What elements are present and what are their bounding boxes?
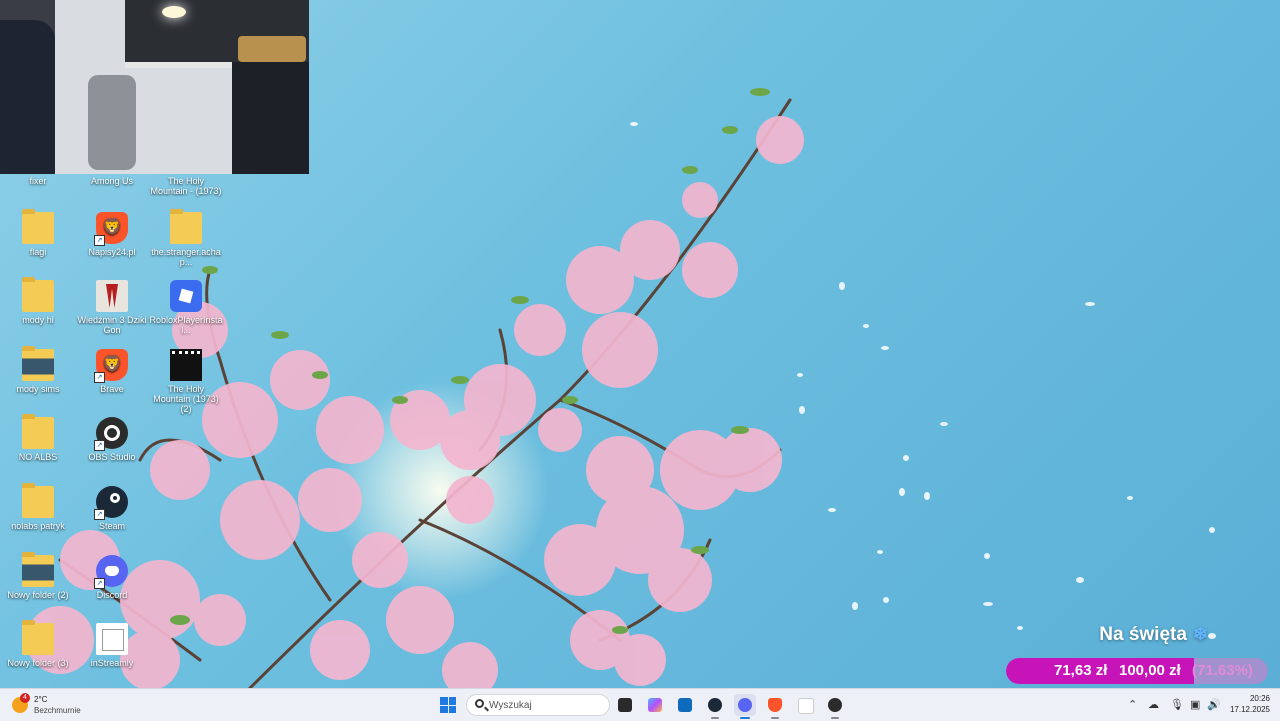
shortcut-arrow-icon: ↗ [94,509,105,520]
folder-icon [22,277,54,312]
discord-icon [738,698,752,712]
video-file-icon [170,349,202,381]
notification-badge: 4 [20,693,30,703]
snowflake-icon: ❄ [1192,624,1208,644]
desktop-icon-mody-hl[interactable]: mody hl [1,277,75,325]
witcher-icon [96,280,128,312]
folder-icon [22,414,54,449]
taskbar-steam[interactable] [704,694,726,719]
shortcut-arrow-icon: ↗ [94,372,105,383]
microphone-icon[interactable]: 🎙 [1170,698,1184,711]
desktop-icon-flagi[interactable]: flagi [1,209,75,257]
goal-progress-bar: 71,63 zł 100,00 zł (71.63%) [1006,658,1268,684]
folder-icon [22,483,54,518]
obs-icon: ↗ [94,417,128,451]
shortcut-arrow-icon: ↗ [94,235,105,246]
desktop-icon-brave[interactable]: ↗Brave [75,349,149,394]
taskbar-copilot[interactable] [644,694,666,716]
copilot-icon [648,698,662,712]
start-button[interactable] [440,697,456,713]
weather-description: Bezchmurnie [34,706,81,715]
goal-percent: (71.63%) [1192,662,1253,679]
taskbar-notepad[interactable] [794,694,816,716]
goal-target-amount: 100,00 zł [1119,662,1181,679]
desktop-icon-among-us[interactable]: Among Us [75,176,149,186]
taskbar-store[interactable] [674,694,696,716]
folder-icon [22,620,54,655]
desktop-icon-no-albs[interactable]: NO ALBS [1,414,75,462]
display-icon[interactable]: ▣ [1190,698,1200,711]
goal-title: Na święta ❄ [1099,624,1208,645]
taskbar-search-box[interactable]: Wyszukaj [466,694,610,716]
file-explorer-icon [618,698,632,712]
desktop-icon-roblox-installer[interactable]: RobloxPlayerInstal... [149,280,223,335]
clock-date: 17.12.2025 [1229,705,1270,714]
search-placeholder: Wyszukaj [489,700,532,711]
shortcut-arrow-icon: ↗ [94,578,105,589]
obs-icon [828,698,842,712]
taskbar-file-explorer[interactable] [614,694,636,716]
search-icon [475,699,484,708]
taskbar-obs[interactable] [824,694,846,719]
instreamly-icon [96,623,128,655]
roblox-icon [170,280,202,312]
desktop-icon-wiedzmin-3[interactable]: Wiedźmin 3 Dziki Gon [75,280,149,335]
desktop-icon-nowy-folder-3[interactable]: Nowy folder (3) [1,620,75,668]
taskbar-brave[interactable] [764,694,786,719]
desktop-icon-napisy24[interactable]: ↗Napisy24.pl [75,212,149,257]
taskbar: 4 2°C Bezchmurnie Wyszukaj ⌃ ☁ 🎙 ▣ 🔊 20:… [0,688,1280,721]
folder-icon [170,209,202,244]
shortcut-arrow-icon: ↗ [94,440,105,451]
donation-goal-widget: Na święta ❄ 71,63 zł 100,00 zł (71.63%) [1006,624,1268,684]
webcam-overlay [0,0,309,174]
desktop-icon-steam[interactable]: ↗ Steam [75,486,149,531]
desktop-icon-mody-sims[interactable]: mody sims [1,346,75,394]
folder-icon [22,552,54,587]
desktop-icon-holy-mountain[interactable]: The Holy Mountain - (1973) [149,176,223,196]
desktop-icon-instreamly[interactable]: inStreamly [75,623,149,668]
folder-icon [22,209,54,244]
network-status-icon[interactable]: ☁ [1148,698,1159,711]
goal-current-amount: 71,63 zł [1054,662,1108,679]
desktop-icon-nowy-folder-2[interactable]: Nowy folder (2) [1,552,75,600]
steam-icon: ↗ [94,486,128,520]
desktop-icon-nolabs-patryk[interactable]: nolabs patryk [1,483,75,531]
desktop-icon-discord[interactable]: ↗ Discord [75,555,149,600]
windows-logo-icon [440,697,448,705]
desktop-icon-obs-studio[interactable]: ↗ OBS Studio [75,417,149,462]
brave-icon [768,698,782,712]
weather-temperature: 2°C [34,695,48,704]
desktop-icon-fixer[interactable]: fixer [1,176,75,186]
volume-icon[interactable]: 🔊 [1207,698,1221,711]
store-icon [678,698,692,712]
discord-icon: ↗ [94,555,128,589]
brave-icon: ↗ [94,212,128,246]
desktop-icon-the-stranger[interactable]: the.stranger.achap... [149,209,223,267]
taskbar-clock[interactable]: 20:26 17.12.2025 [1222,693,1270,715]
notepad-icon [798,698,814,714]
show-hidden-icons-chevron-icon[interactable]: ⌃ [1128,698,1137,711]
brave-icon: ↗ [94,349,128,383]
taskbar-discord[interactable] [734,694,756,719]
desktop-icon-holy-mountain-2[interactable]: The Holy Mountain (1973) (2) [149,349,223,414]
folder-icon [22,346,54,381]
clock-time: 20:26 [1249,694,1270,703]
steam-icon [708,698,722,712]
